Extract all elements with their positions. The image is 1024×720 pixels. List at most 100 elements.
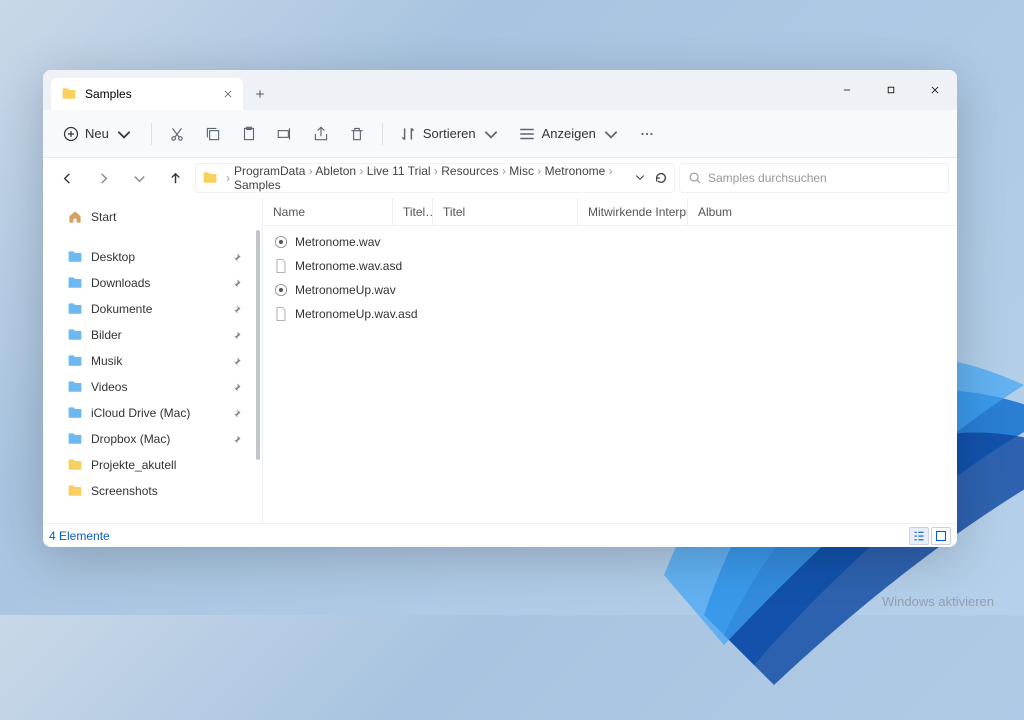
chevron-right-icon: › [226, 171, 230, 185]
separator [382, 123, 383, 145]
share-button[interactable] [304, 118, 338, 150]
rename-button[interactable] [268, 118, 302, 150]
tab-bar: Samples [43, 70, 957, 110]
sidebar-item-label: Dropbox (Mac) [91, 432, 170, 446]
breadcrumb-item[interactable]: Metronome [545, 164, 606, 178]
separator [151, 123, 152, 145]
view-button[interactable]: Anzeigen [510, 118, 628, 150]
file-icon [273, 306, 289, 322]
file-row[interactable]: Metronome.wav [263, 230, 957, 254]
file-name: MetronomeUp.wav.asd [295, 307, 418, 321]
sidebar-start[interactable]: Start [43, 204, 262, 230]
sidebar-scrollbar[interactable] [256, 230, 260, 460]
cut-button[interactable] [160, 118, 194, 150]
up-button[interactable] [159, 162, 191, 194]
column-artists[interactable]: Mitwirkende Interpre… [578, 198, 688, 225]
sidebar: Start Desktop Downloads Dokumente Bilder Mus… [43, 198, 263, 523]
breadcrumb-item[interactable]: Misc [509, 164, 534, 178]
pin-icon [231, 434, 242, 445]
view-icon [518, 125, 536, 143]
search-placeholder: Samples durchsuchen [708, 171, 827, 185]
close-button[interactable] [913, 70, 957, 110]
file-row[interactable]: MetronomeUp.wav [263, 278, 957, 302]
new-tab-button[interactable] [243, 78, 277, 110]
sidebar-item[interactable]: Musik [43, 348, 262, 374]
folder-icon [67, 483, 83, 499]
breadcrumb-item[interactable]: Ableton [315, 164, 356, 178]
file-icon [273, 282, 289, 298]
rename-icon [276, 125, 294, 143]
sidebar-item[interactable]: Projekte_akutell [43, 452, 262, 478]
file-row[interactable]: MetronomeUp.wav.asd [263, 302, 957, 326]
trash-icon [348, 125, 366, 143]
spacer [43, 230, 262, 244]
sidebar-item-label: Dokumente [91, 302, 152, 316]
breadcrumb-item[interactable]: Live 11 Trial [367, 164, 431, 178]
large-icons-view-button[interactable] [931, 527, 951, 545]
sidebar-item[interactable]: Downloads [43, 270, 262, 296]
copy-button[interactable] [196, 118, 230, 150]
sidebar-item-label: iCloud Drive (Mac) [91, 406, 190, 420]
back-button[interactable] [51, 162, 83, 194]
refresh-button[interactable] [654, 171, 668, 185]
chevron-down-icon[interactable] [634, 171, 646, 183]
sidebar-item-label: Downloads [91, 276, 150, 290]
address-field[interactable]: › ProgramData › Ableton › Live 11 Trial … [195, 163, 675, 193]
status-bar: 4 Elemente [43, 523, 957, 547]
pin-icon [231, 278, 242, 289]
column-titel-short[interactable]: Titel… [393, 198, 433, 225]
breadcrumb-item[interactable]: ProgramData [234, 164, 305, 178]
search-field[interactable]: Samples durchsuchen [679, 163, 949, 193]
sidebar-item[interactable]: Bilder [43, 322, 262, 348]
sidebar-item[interactable]: Screenshots [43, 478, 262, 504]
sidebar-start-label: Start [91, 210, 116, 224]
forward-button[interactable] [87, 162, 119, 194]
folder-icon [67, 249, 83, 265]
activation-watermark: Windows aktivieren [882, 594, 994, 609]
sidebar-item[interactable]: Dokumente [43, 296, 262, 322]
new-button[interactable]: Neu [53, 118, 143, 150]
share-icon [312, 125, 330, 143]
column-name[interactable]: Name [263, 198, 393, 225]
tab-close-button[interactable] [221, 87, 235, 101]
file-name: Metronome.wav.asd [295, 259, 402, 273]
folder-icon [61, 86, 77, 102]
delete-button[interactable] [340, 118, 374, 150]
paste-button[interactable] [232, 118, 266, 150]
file-row[interactable]: Metronome.wav.asd [263, 254, 957, 278]
column-headers: Name Titel… Titel Mitwirkende Interpre… … [263, 198, 957, 226]
pin-icon [231, 252, 242, 263]
folder-icon [67, 457, 83, 473]
sidebar-item[interactable]: iCloud Drive (Mac) [43, 400, 262, 426]
paste-icon [240, 125, 258, 143]
sidebar-item[interactable]: Desktop [43, 244, 262, 270]
folder-icon [67, 405, 83, 421]
toolbar: Neu Sortieren Anzeigen [43, 110, 957, 158]
chevron-right-icon: › [305, 164, 315, 178]
explorer-window: Samples Neu Sortieren Anzei [43, 70, 957, 547]
search-icon [688, 171, 702, 185]
maximize-button[interactable] [869, 70, 913, 110]
folder-icon [67, 327, 83, 343]
chevron-right-icon: › [431, 164, 442, 178]
column-album[interactable]: Album [688, 198, 788, 225]
sidebar-item-label: Projekte_akutell [91, 458, 176, 472]
file-icon [273, 234, 289, 250]
tab-title: Samples [85, 87, 132, 101]
breadcrumb-item[interactable]: Samples [234, 178, 281, 192]
status-count: 4 Elemente [49, 529, 110, 543]
home-icon [67, 209, 83, 225]
sidebar-item-label: Bilder [91, 328, 122, 342]
pin-icon [231, 304, 242, 315]
sort-button[interactable]: Sortieren [391, 118, 508, 150]
recent-button[interactable] [123, 162, 155, 194]
column-titel[interactable]: Titel [433, 198, 578, 225]
details-view-button[interactable] [909, 527, 929, 545]
breadcrumb-item[interactable]: Resources [441, 164, 498, 178]
more-button[interactable] [630, 118, 664, 150]
minimize-button[interactable] [825, 70, 869, 110]
tab-samples[interactable]: Samples [51, 78, 243, 110]
sidebar-item[interactable]: Dropbox (Mac) [43, 426, 262, 452]
sidebar-item[interactable]: Videos [43, 374, 262, 400]
sidebar-item-label: Screenshots [91, 484, 158, 498]
